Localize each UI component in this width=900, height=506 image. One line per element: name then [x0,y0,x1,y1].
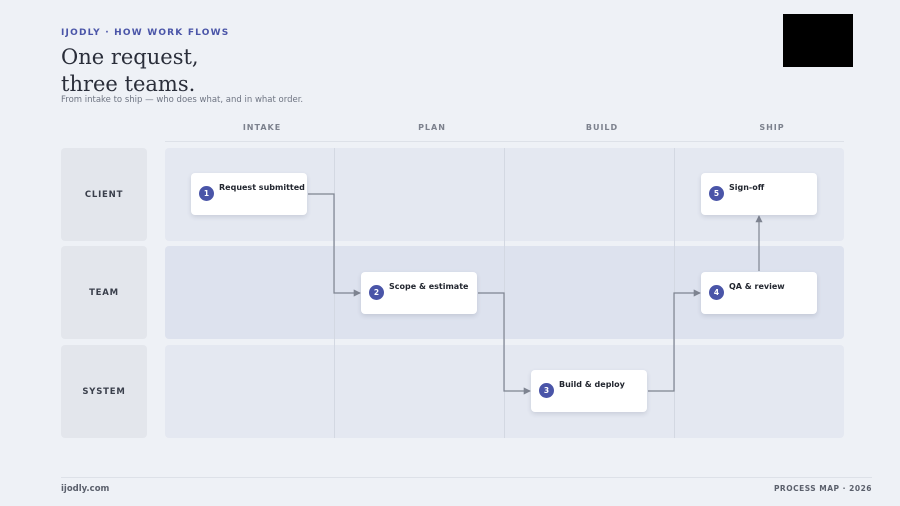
flow-connectors [308,193,763,395]
footer-divider [61,477,872,478]
step-number-badge: 2 [369,285,384,300]
step-card-sign-off[interactable]: 5 Sign-off [701,173,817,215]
connector-1-to-2 [308,193,361,297]
step-label: Scope & estimate [389,282,469,291]
step-label: Request submitted [219,183,305,192]
footer-label: PROCESS MAP · 2026 [773,484,872,493]
step-card-scope-estimate[interactable]: 2 Scope & estimate [361,272,477,314]
step-number-badge: 1 [199,186,214,201]
step-label: Sign-off [729,183,765,192]
step-card-build-deploy[interactable]: 3 Build & deploy [531,370,647,412]
footer-website-link[interactable]: ijodly.com [61,484,109,494]
step-card-request-submitted[interactable]: 1 Request submitted [191,173,307,215]
step-card-qa-review[interactable]: 4 QA & review [701,272,817,314]
step-number-badge: 3 [539,383,554,398]
connector-3-to-4 [648,289,701,392]
connector-2-to-3 [478,292,531,395]
step-label: QA & review [729,282,785,291]
step-number-badge: 4 [709,285,724,300]
step-label: Build & deploy [559,380,625,389]
step-number-badge: 5 [709,186,724,201]
